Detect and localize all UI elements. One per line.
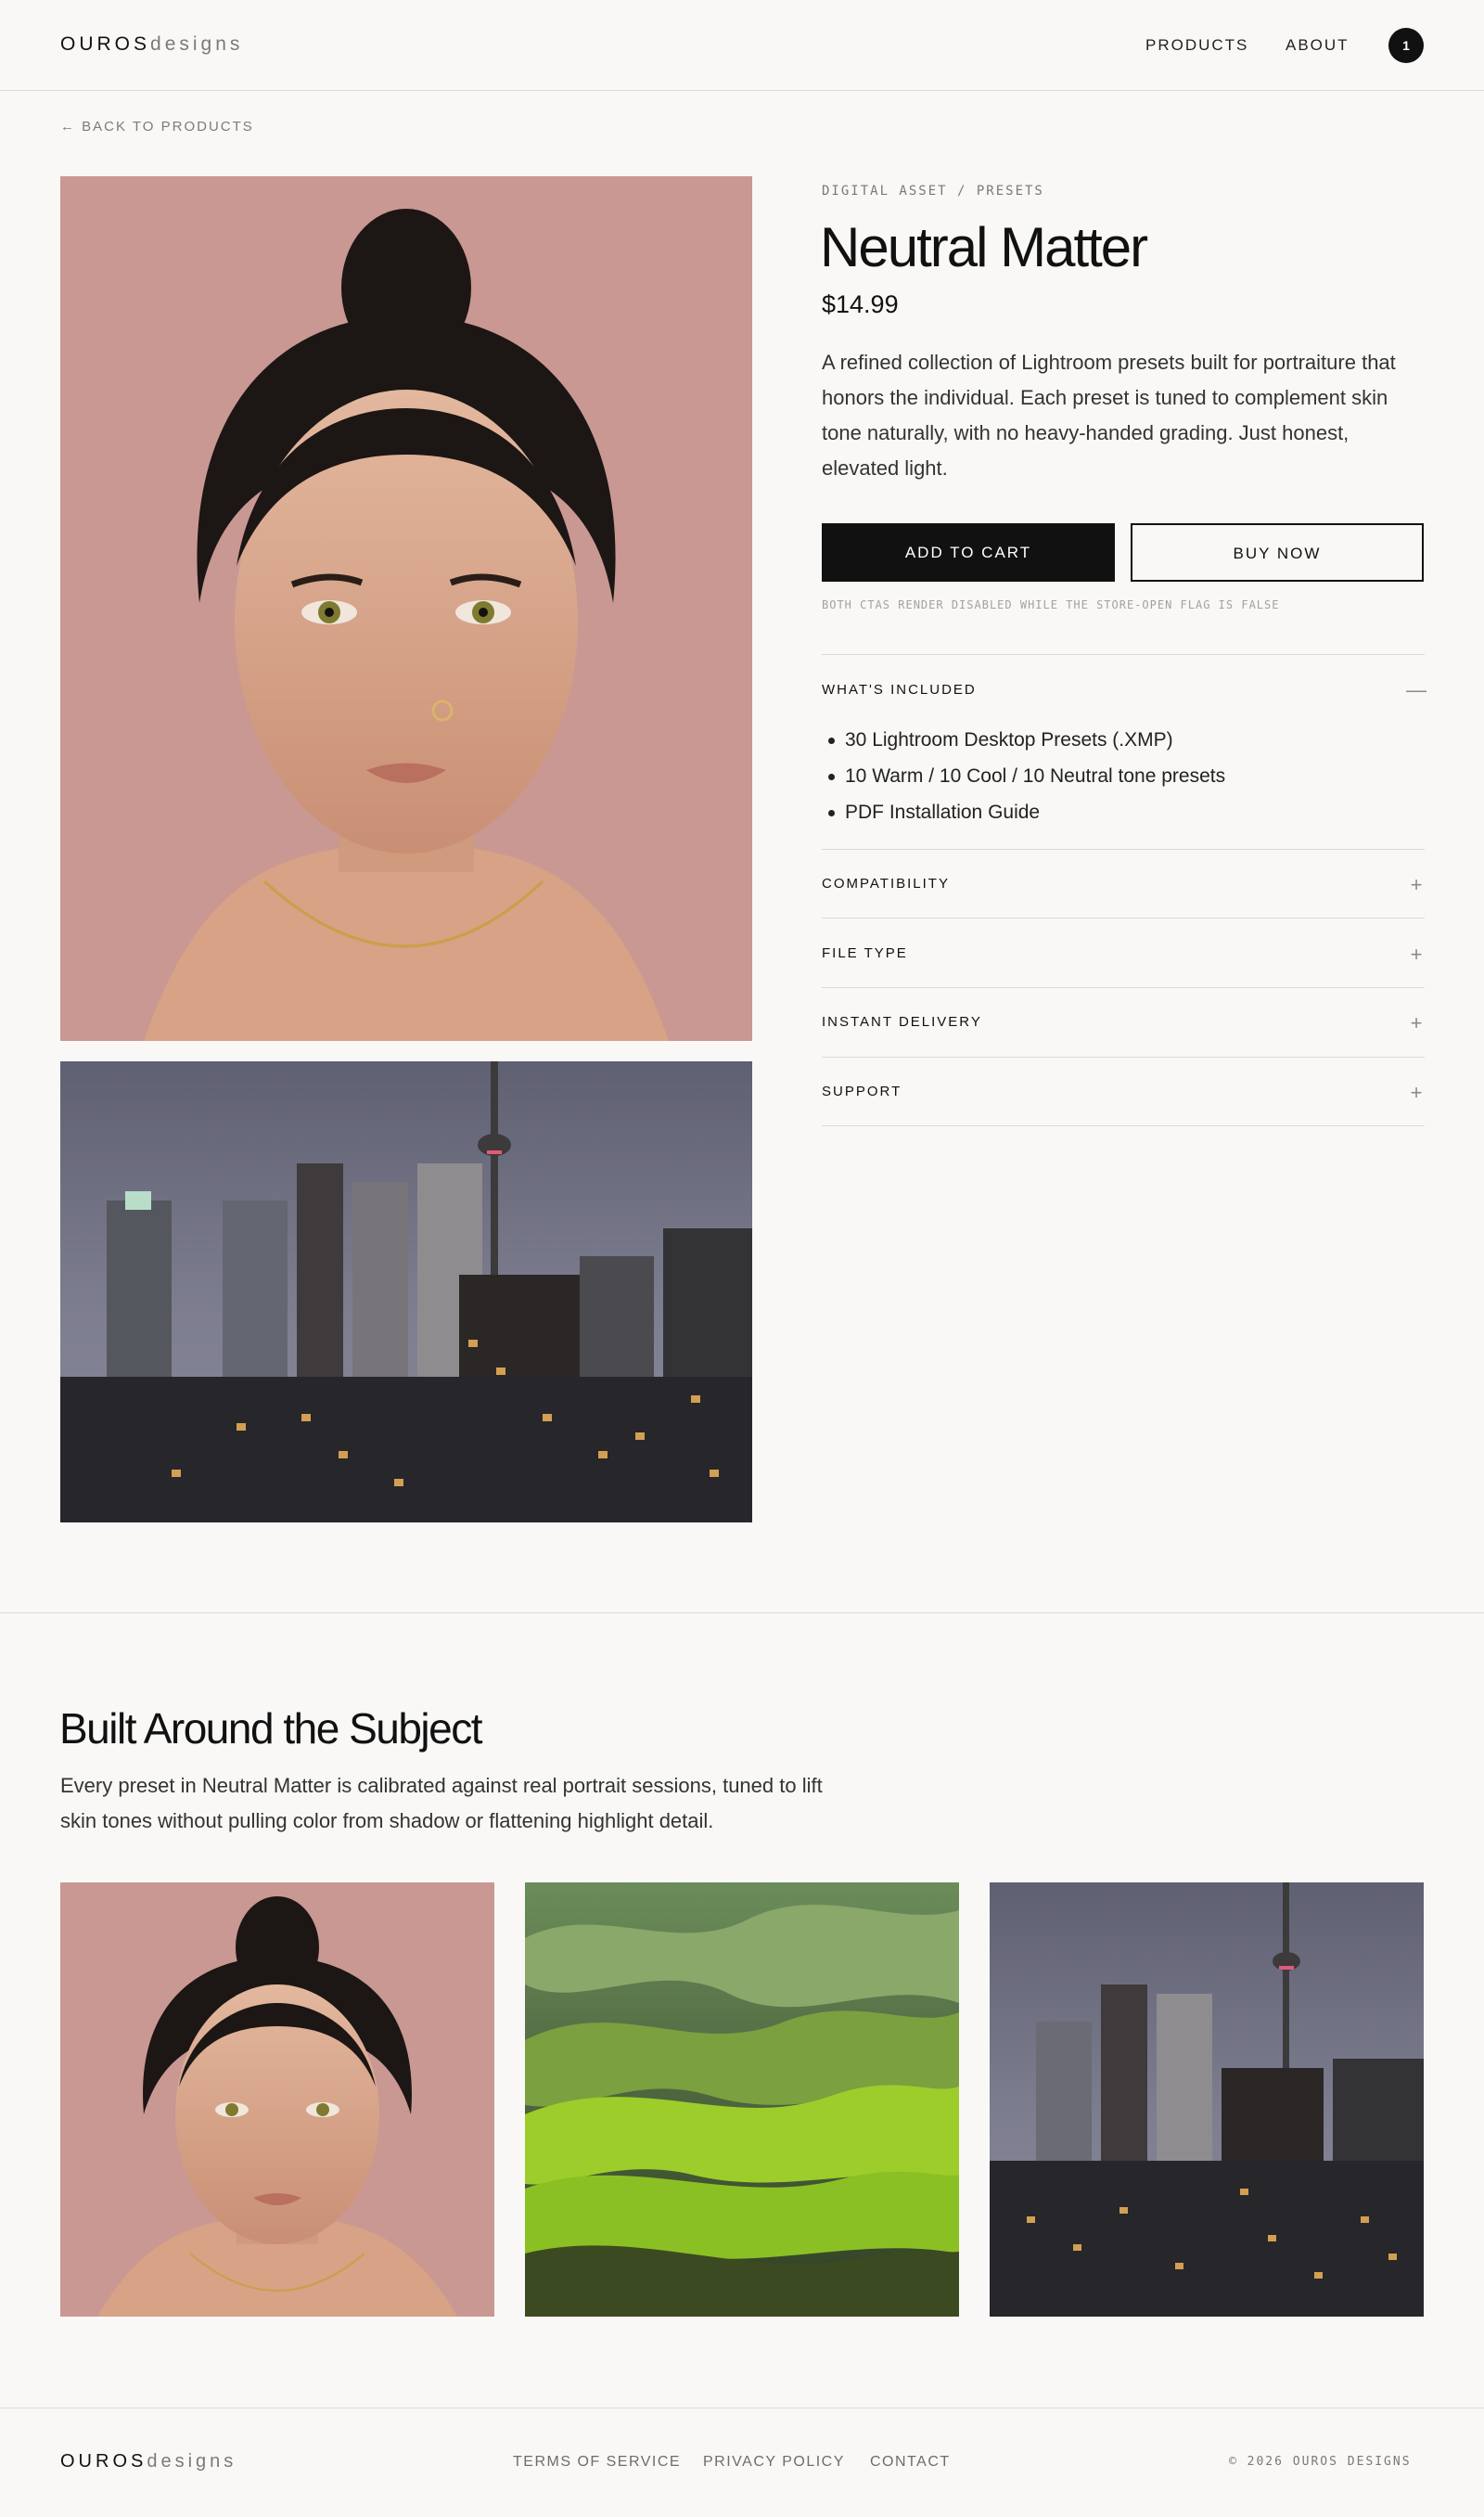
city-skyline-photo (60, 1061, 752, 1522)
copyright-text: © 2026 OUROS DESIGNS (1229, 2455, 1412, 2469)
list-item: 30 Lightroom Desktop Presets (.XMP) (822, 722, 1225, 758)
contact-link[interactable]: CONTACT (870, 2454, 951, 2471)
accordion-instant-delivery-label[interactable]: INSTANT DELIVERY (822, 1014, 982, 1030)
section-description: Every preset in Neutral Matter is calibr… (60, 1774, 823, 1832)
back-to-products-link[interactable]: ← BACK TO PRODUCTS (60, 119, 254, 135)
accordion-divider (822, 1125, 1425, 1126)
section-divider (0, 1612, 1484, 1613)
product-title: Neutral Matter (820, 216, 1148, 278)
accordion-divider (822, 987, 1425, 988)
accordion-support-label[interactable]: SUPPORT (822, 1084, 902, 1099)
brand-logo[interactable]: OUROSdesigns (60, 33, 243, 56)
add-to-cart-button[interactable]: ADD TO CART (822, 523, 1115, 582)
expand-icon[interactable]: + (1404, 1013, 1428, 1034)
section-title: Built Around the Subject (59, 1704, 483, 1753)
city-skyline-photo (990, 1882, 1424, 2317)
list-item: 10 Warm / 10 Cool / 10 Neutral tone pres… (822, 758, 1225, 794)
portrait-photo (60, 176, 752, 1041)
whats-included-list: 30 Lightroom Desktop Presets (.XMP) 10 W… (822, 722, 1225, 830)
portrait-illustration (60, 176, 752, 1041)
product-description: A refined collection of Lightroom preset… (822, 351, 1396, 480)
portrait-illustration (60, 1882, 494, 2317)
expand-icon[interactable]: + (1404, 875, 1428, 895)
nav-products-link[interactable]: PRODUCTS (1145, 36, 1248, 55)
accordion-divider (822, 654, 1425, 655)
accordion-divider (822, 1057, 1425, 1058)
privacy-policy-link[interactable]: PRIVACY POLICY (703, 2454, 845, 2471)
product-price: $14.99 (822, 290, 899, 318)
product-category: DIGITAL ASSET / PRESETS (822, 184, 1044, 199)
terms-of-service-link[interactable]: TERMS OF SERVICE (513, 2454, 681, 2471)
accordion-file-type-label[interactable]: FILE TYPE (822, 945, 908, 961)
list-item: PDF Installation Guide (822, 794, 1225, 830)
accordion-divider (822, 849, 1425, 850)
portrait-photo (60, 1882, 494, 2317)
green-hills-illustration (525, 1882, 959, 2317)
green-hills-photo (525, 1882, 959, 2317)
expand-icon[interactable]: + (1404, 1083, 1428, 1103)
cart-count-badge[interactable]: 1 (1388, 28, 1424, 63)
footer-brand-logo[interactable]: OUROSdesigns (60, 2451, 237, 2472)
accordion-whats-included-label[interactable]: WHAT'S INCLUDED (822, 682, 977, 698)
city-skyline-illustration (990, 1882, 1424, 2317)
site-header: OUROSdesigns PRODUCTS ABOUT 1 (0, 0, 1484, 91)
cta-disabled-note: BOTH CTAS RENDER DISABLED WHILE THE STOR… (822, 598, 1280, 611)
expand-icon[interactable]: + (1404, 944, 1428, 965)
accordion-compatibility-label[interactable]: COMPATIBILITY (822, 876, 950, 892)
buy-now-button[interactable]: BUY NOW (1131, 523, 1424, 582)
city-skyline-illustration (60, 1061, 752, 1522)
nav-about-link[interactable]: ABOUT (1286, 36, 1350, 55)
collapse-icon[interactable]: — (1404, 680, 1428, 700)
